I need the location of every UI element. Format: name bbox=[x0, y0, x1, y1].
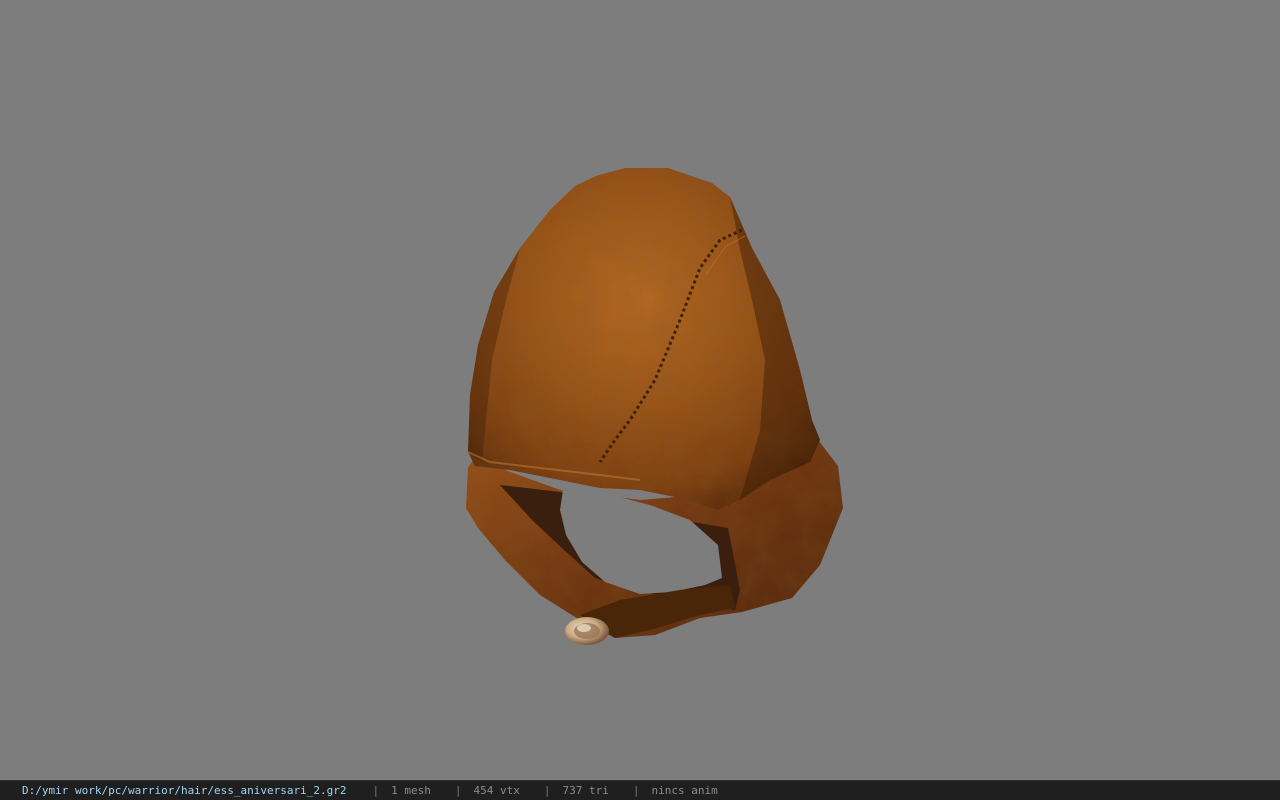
status-separator: | bbox=[543, 784, 551, 797]
mesh-count: 1 mesh bbox=[391, 784, 431, 797]
animation-status: nincs anim bbox=[651, 784, 718, 797]
status-separator: | bbox=[372, 784, 380, 797]
triangle-count: 737 tri bbox=[562, 784, 609, 797]
buckle-icon bbox=[565, 617, 609, 645]
3d-viewport[interactable] bbox=[0, 0, 1280, 780]
file-path: D:/ymir work/pc/warrior/hair/ess_anivers… bbox=[22, 784, 347, 797]
status-separator: | bbox=[454, 784, 462, 797]
vertex-count: 454 vtx bbox=[473, 784, 520, 797]
status-separator: | bbox=[632, 784, 640, 797]
status-bar: D:/ymir work/pc/warrior/hair/ess_anivers… bbox=[0, 780, 1280, 800]
leather-hood-model[interactable] bbox=[0, 0, 1280, 780]
